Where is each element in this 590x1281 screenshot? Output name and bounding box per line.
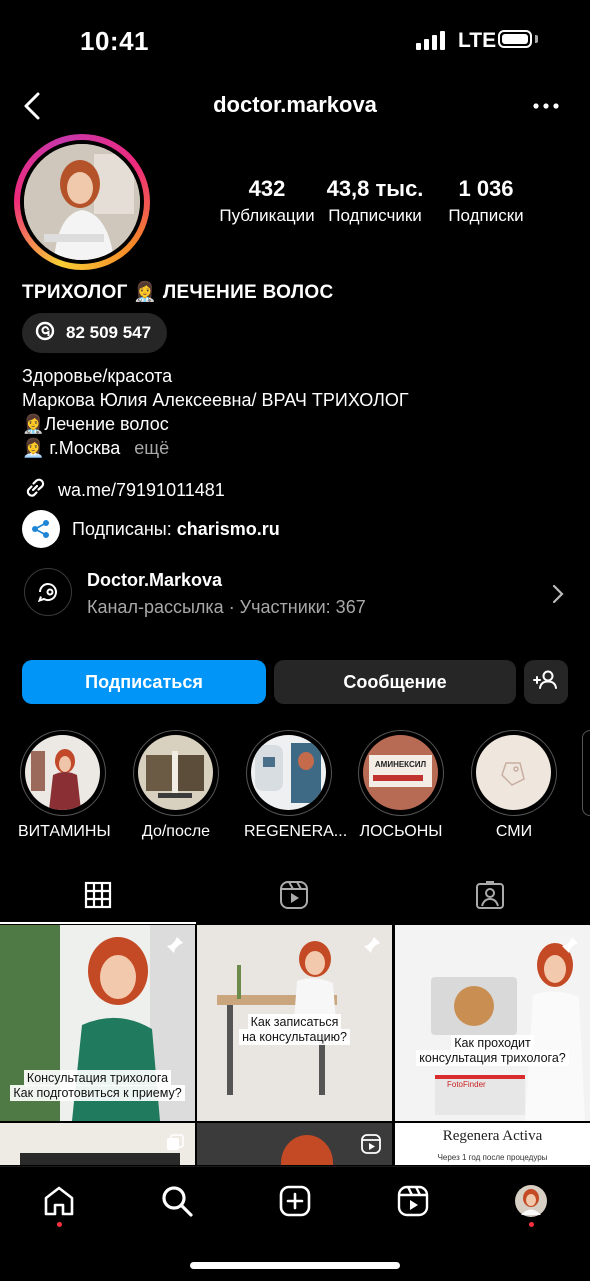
threads-icon (34, 320, 56, 347)
nav-create[interactable] (275, 1183, 315, 1223)
highlight-cover (476, 735, 551, 810)
nav-search[interactable] (157, 1183, 197, 1223)
grid-icon (84, 881, 112, 914)
chevron-right-icon (550, 582, 566, 611)
add-person-icon (533, 667, 559, 698)
reel-icon (360, 1133, 382, 1160)
highlight-cover (138, 735, 213, 810)
pinned-icon (165, 935, 185, 960)
followed-prefix: Подписаны: (72, 518, 177, 539)
battery-icon (498, 30, 532, 48)
create-icon (278, 1184, 312, 1223)
stat-followers[interactable]: 43,8 тыс. Подписчики (322, 176, 428, 226)
post-caption: Как записаться на консультацию? (197, 1014, 392, 1045)
highlight-label: ВИТАМИНЫ (18, 823, 111, 840)
highlight-before-after[interactable]: До/после (131, 730, 221, 841)
highlight-cover (251, 735, 326, 810)
post-brand: FotoFinder (447, 1080, 486, 1089)
profile-notification-dot (529, 1222, 534, 1227)
post-caption: Консультация трихолога Как подготовиться … (0, 1070, 195, 1101)
bio-line: Маркова Юлия Алексеевна/ ВРАЧ ТРИХОЛОГ (22, 390, 409, 410)
message-button[interactable]: Сообщение (274, 660, 516, 704)
nav-profile[interactable] (511, 1183, 551, 1223)
profile-bio: Здоровье/красота Маркова Юлия Алексеевна… (22, 364, 409, 460)
signal-icon (416, 30, 445, 50)
profile-tabs (0, 870, 590, 924)
more-options-icon[interactable] (528, 88, 564, 124)
followed-by[interactable]: Подписаны: charismo.ru (22, 510, 280, 548)
post-tile[interactable]: Regenera Activa Через 1 год после процед… (395, 1123, 590, 1165)
profile-display-name: ТРИХОЛОГ 👩‍⚕️ ЛЕЧЕНИЕ ВОЛОС (22, 282, 334, 303)
post-caption: Как проходит консультация трихолога? (395, 1035, 590, 1066)
profile-username: doctor.markova (213, 92, 377, 117)
nav-home[interactable] (39, 1183, 79, 1223)
post-tile[interactable]: Как записаться на консультацию? (197, 925, 392, 1121)
followers-count: 43,8 тыс. (326, 176, 424, 201)
broadcast-channel-icon (24, 568, 72, 616)
reels-icon (279, 880, 309, 915)
search-icon (160, 1184, 194, 1223)
posts-grid: Консультация трихолога Как подготовиться … (0, 925, 590, 1165)
home-icon (42, 1184, 76, 1223)
bio-category: Здоровье/красота (22, 366, 173, 386)
following-count: 1 036 (458, 176, 514, 201)
link-text: wa.me/79191011481 (58, 480, 225, 500)
highlight-media[interactable]: СМИ (469, 730, 559, 841)
post-tile[interactable]: FotoFinder Как проходит консультация трих… (395, 925, 590, 1121)
post-tile[interactable] (197, 1123, 392, 1165)
follow-button[interactable]: Подписаться (22, 660, 266, 704)
threads-badge[interactable]: 82 509 547 (22, 313, 168, 353)
highlight-cover (25, 735, 100, 810)
home-notification-dot (57, 1222, 62, 1227)
broadcast-channel[interactable]: Doctor.Markova Канал-рассылка · Участник… (22, 564, 570, 626)
post-tile[interactable] (0, 1123, 195, 1165)
highlight-label: До/после (141, 823, 211, 840)
link-icon (22, 475, 48, 506)
home-indicator[interactable] (190, 1262, 400, 1269)
highlight-vitamins[interactable]: ВИТАМИНЫ (18, 730, 111, 841)
battery-tip (535, 35, 538, 43)
active-tab-indicator (0, 922, 196, 924)
share-node-icon (22, 510, 60, 548)
posts-label: Публикации (219, 206, 315, 225)
threads-count: 82 509 547 (66, 323, 152, 342)
carousel-icon (165, 1133, 185, 1158)
post-subtitle: Через 1 год после процедуры (437, 1153, 548, 1162)
highlight-label: ЛОСЬОНЫ (359, 823, 443, 840)
network-label: LTE (458, 29, 497, 52)
tab-tagged[interactable] (392, 870, 588, 924)
post-title: Regenera Activa (442, 1128, 543, 1144)
highlight-label: REGENERA... (244, 823, 348, 840)
channel-subtitle: Канал-рассылка · Участники: 367 (87, 597, 366, 617)
followers-label: Подписчики (328, 206, 422, 225)
bio-more-link[interactable]: ещё (134, 438, 169, 458)
highlight-next-partial[interactable] (582, 730, 590, 816)
reels-icon (396, 1184, 430, 1223)
highlight-cover: АМИНЕКСИЛ (363, 735, 438, 810)
tagged-icon (475, 880, 505, 915)
bio-line: 👩‍⚕️Лечение волос (22, 414, 169, 434)
suggested-users-button[interactable] (524, 660, 568, 704)
posts-count: 432 (248, 176, 286, 201)
profile-link[interactable]: wa.me/79191011481 (22, 475, 225, 506)
tab-reels[interactable] (196, 870, 392, 924)
tab-posts-grid[interactable] (0, 870, 196, 924)
stat-posts[interactable]: 432 Публикации (212, 176, 322, 226)
nav-reels[interactable] (393, 1183, 433, 1223)
post-tile[interactable]: Консультация трихолога Как подготовиться … (0, 925, 195, 1121)
highlight-lotions[interactable]: АМИНЕКСИЛ ЛОСЬОНЫ (356, 730, 446, 841)
pinned-icon (362, 935, 382, 960)
highlight-regenera[interactable]: REGENERA... (244, 730, 348, 841)
bio-line: 👩‍💼 г.Москва (22, 438, 121, 458)
status-time: 10:41 (80, 26, 149, 56)
followed-account[interactable]: charismo.ru (177, 519, 280, 539)
pinned-icon (560, 935, 580, 960)
highlight-pic-text: АМИНЕКСИЛ (375, 760, 427, 769)
channel-title: Doctor.Markova (87, 570, 223, 590)
profile-avatar-icon (514, 1184, 548, 1223)
stat-following[interactable]: 1 036 Подписки (434, 176, 538, 226)
highlight-label: СМИ (495, 823, 533, 840)
following-label: Подписки (448, 206, 524, 225)
